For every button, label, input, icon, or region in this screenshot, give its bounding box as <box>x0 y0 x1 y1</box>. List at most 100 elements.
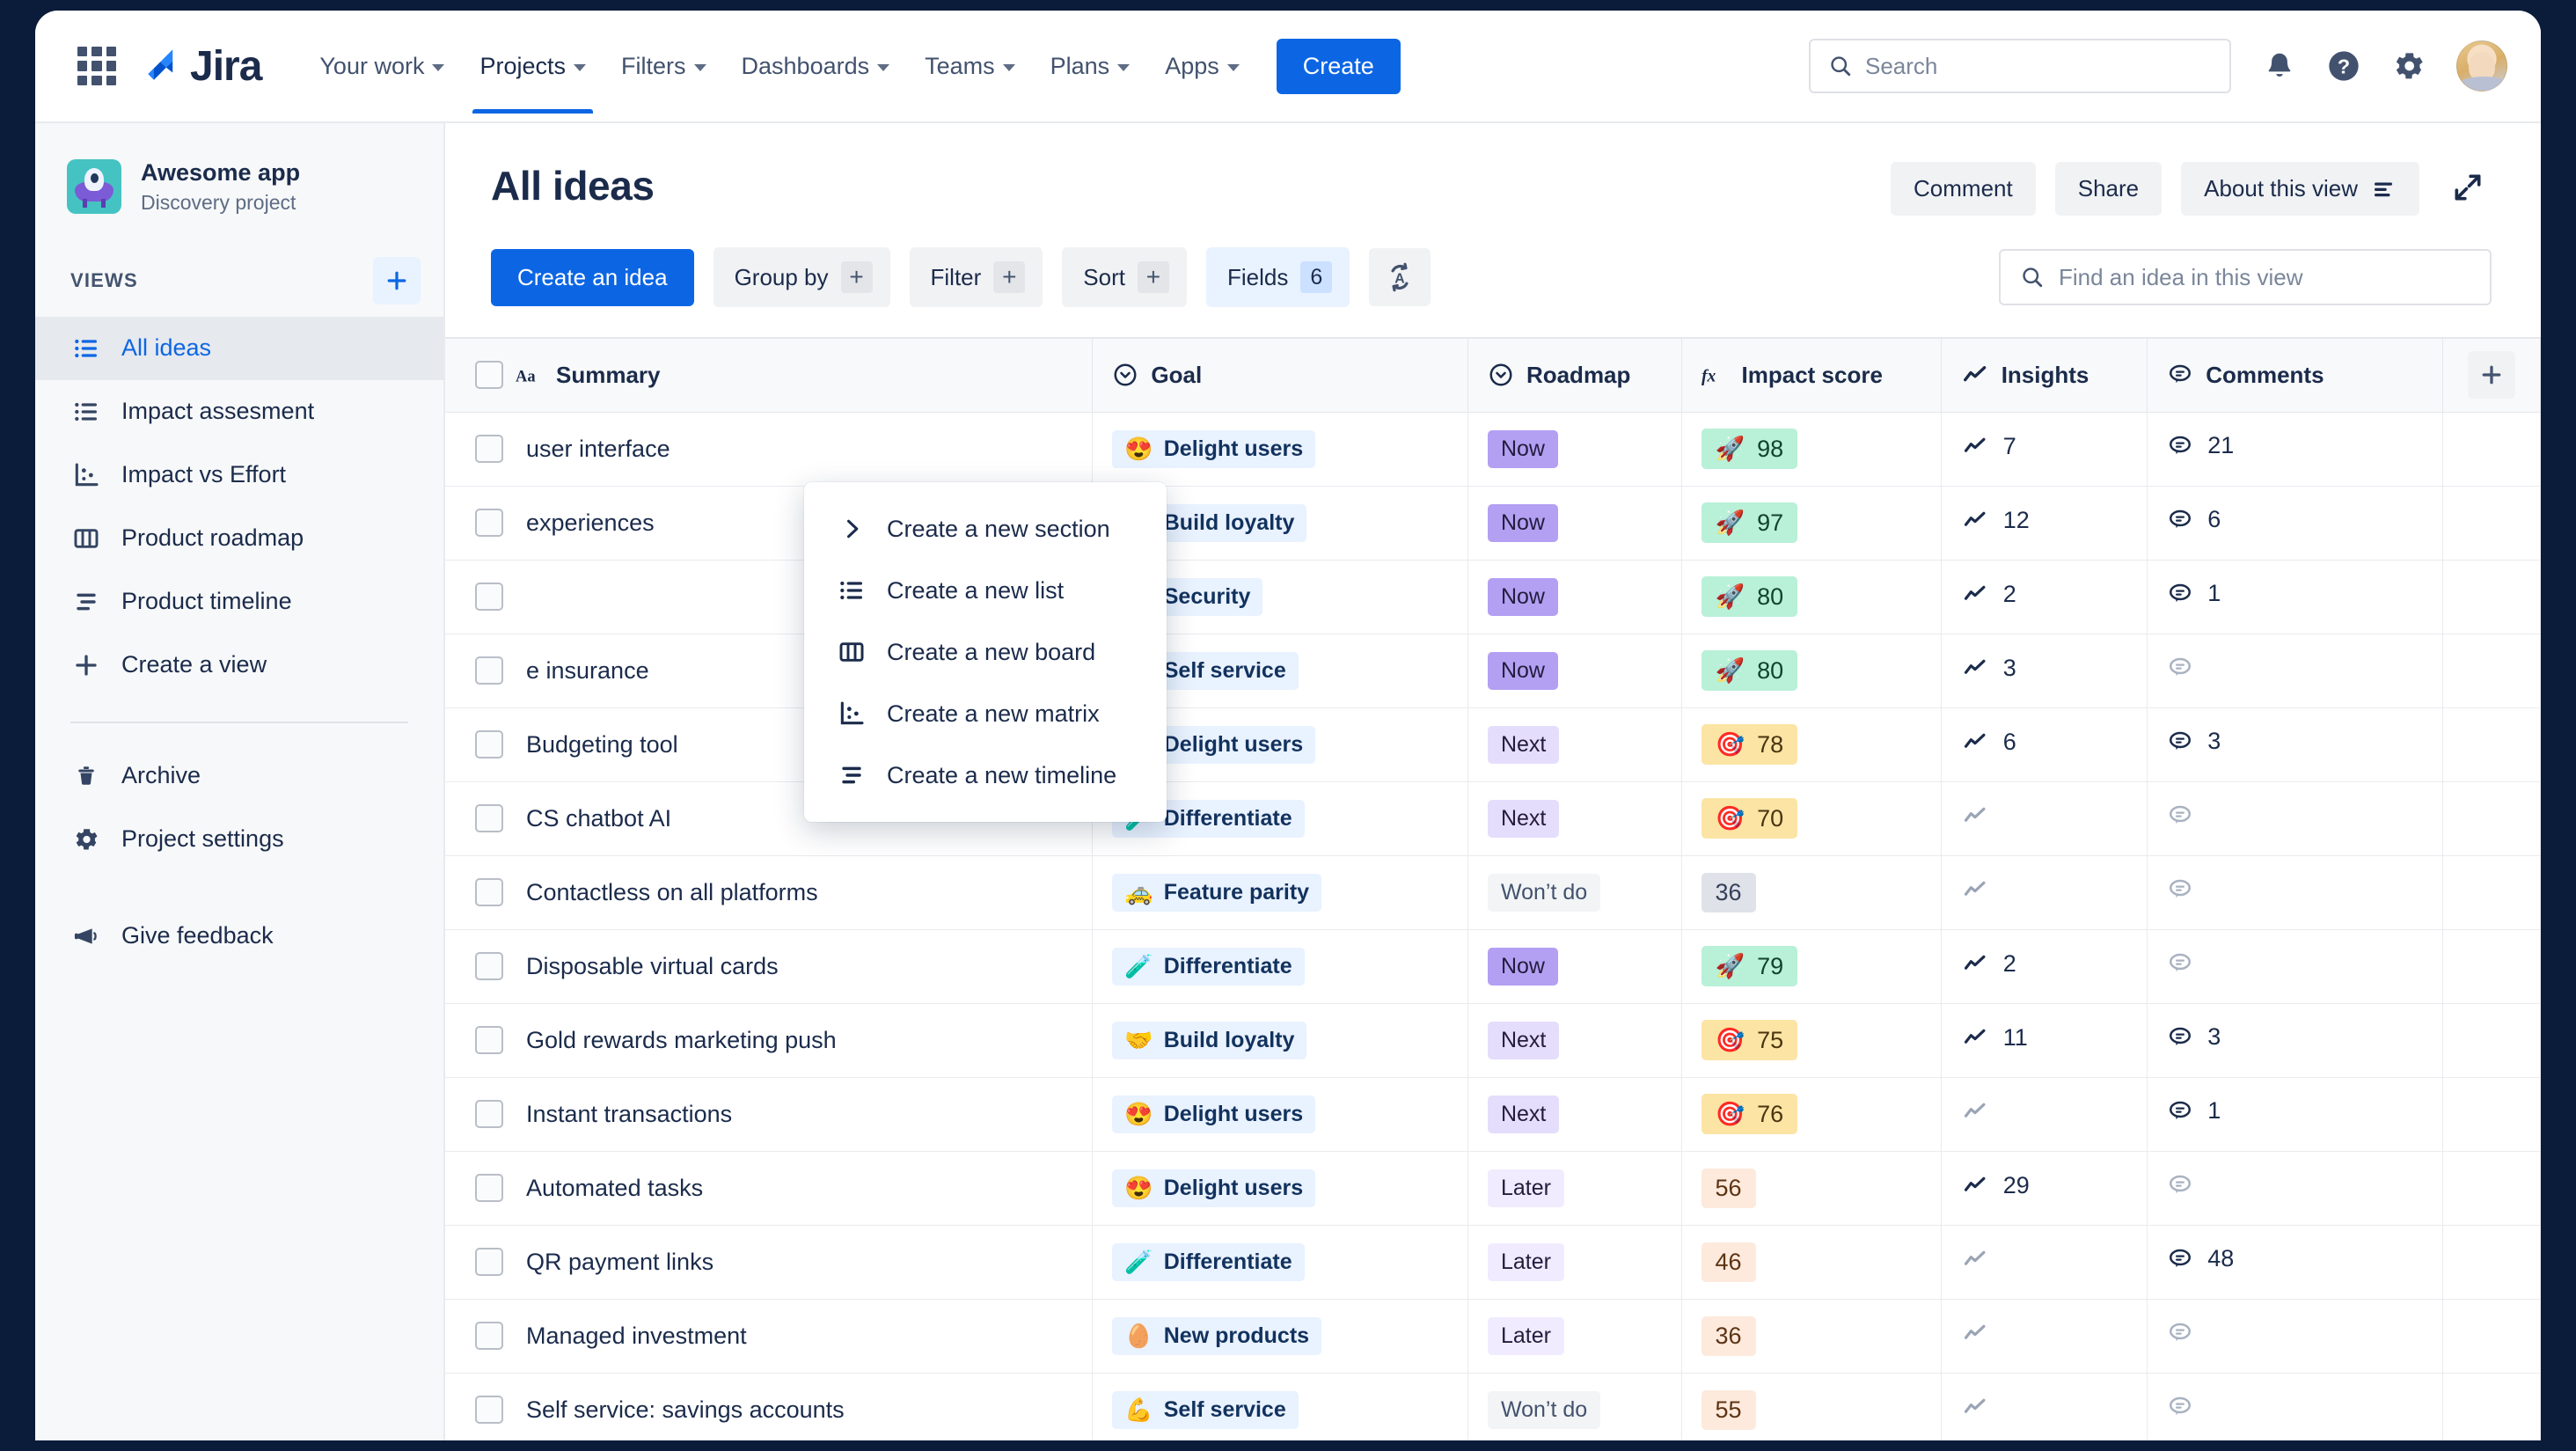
menu-item-create-a-new-timeline[interactable]: Create a new timeline <box>804 744 1167 806</box>
cell-insights[interactable]: 6 <box>1940 707 2148 782</box>
cell-summary[interactable]: Automated tasks <box>445 1150 1094 1226</box>
cell-comments[interactable] <box>2147 780 2443 856</box>
cell-insights[interactable] <box>1940 780 2148 856</box>
cell-impact-score[interactable]: 🚀 80 <box>1680 633 1942 708</box>
jira-logo[interactable]: Jira <box>139 42 262 91</box>
cell-goal[interactable]: 😍 Delight users <box>1092 1150 1468 1226</box>
cell-roadmap[interactable]: Next <box>1467 1002 1682 1078</box>
table-row[interactable]: CS chatbot AI 🧪 Differentiate Next 🎯 70 <box>445 780 2541 856</box>
sidebar-item-product-timeline[interactable]: Product timeline <box>35 570 443 634</box>
cell-roadmap[interactable]: Later <box>1467 1150 1682 1226</box>
cell-insights[interactable]: 12 <box>1940 485 2148 561</box>
sidebar-item-archive[interactable]: Archive <box>35 744 443 808</box>
column-header-roadmap[interactable]: Roadmap <box>1467 337 1682 413</box>
column-header-insights[interactable]: Insights <box>1940 337 2148 413</box>
cell-goal[interactable]: 😍 Delight users <box>1092 411 1468 487</box>
cell-impact-score[interactable]: 🎯 75 <box>1680 1002 1942 1078</box>
cell-summary[interactable]: Disposable virtual cards <box>445 928 1094 1004</box>
cell-roadmap[interactable]: Now <box>1467 485 1682 561</box>
comment-button[interactable]: Comment <box>1891 162 2036 216</box>
cell-insights[interactable]: 29 <box>1940 1150 2148 1226</box>
row-checkbox[interactable] <box>475 730 503 758</box>
cell-impact-score[interactable]: 🎯 76 <box>1680 1076 1942 1152</box>
create-an-idea-button[interactable]: Create an idea <box>491 248 694 306</box>
column-header-impact-score[interactable]: fx Impact score <box>1680 337 1942 413</box>
cell-comments[interactable] <box>2147 1298 2443 1374</box>
row-checkbox[interactable] <box>475 1396 503 1424</box>
cell-impact-score[interactable]: 🚀 80 <box>1680 559 1942 634</box>
cell-summary[interactable]: Self service: savings accounts <box>445 1372 1094 1440</box>
cell-summary[interactable]: Contactless on all platforms <box>445 854 1094 930</box>
cell-impact-score[interactable]: 🎯 78 <box>1680 707 1942 782</box>
cell-comments[interactable]: 3 <box>2147 707 2443 782</box>
row-checkbox[interactable] <box>475 1322 503 1350</box>
cell-comments[interactable] <box>2147 633 2443 708</box>
help-question-icon[interactable]: ? <box>2326 48 2361 84</box>
cell-comments[interactable] <box>2147 928 2443 1004</box>
sort-button[interactable]: Sort + <box>1062 247 1187 307</box>
cell-comments[interactable]: 6 <box>2147 485 2443 561</box>
table-row[interactable]: Contactless on all platforms 🚕 Feature p… <box>445 854 2541 930</box>
add-view-button[interactable] <box>373 256 421 304</box>
table-row[interactable]: QR payment links 🧪 Differentiate Later 4… <box>445 1224 2541 1300</box>
cell-roadmap[interactable]: Now <box>1467 633 1682 708</box>
table-row[interactable]: Automated tasks 😍 Delight users Later 56… <box>445 1150 2541 1226</box>
column-header-add[interactable] <box>2441 337 2541 413</box>
table-row[interactable]: Instant transactions 😍 Delight users Nex… <box>445 1076 2541 1152</box>
settings-gear-icon[interactable] <box>2391 48 2426 84</box>
cell-insights[interactable]: 2 <box>1940 559 2148 634</box>
cell-roadmap[interactable]: Now <box>1467 928 1682 1004</box>
row-checkbox[interactable] <box>475 1174 503 1202</box>
cell-goal[interactable]: 🤝 Build loyalty <box>1092 1002 1468 1078</box>
expand-arrows-icon[interactable] <box>2444 164 2492 214</box>
table-row[interactable]: Disposable virtual cards 🧪 Differentiate… <box>445 928 2541 1004</box>
cell-impact-score[interactable]: 55 <box>1680 1372 1942 1440</box>
cell-insights[interactable] <box>1940 1298 2148 1374</box>
menu-item-create-a-new-section[interactable]: Create a new section <box>804 498 1167 560</box>
nav-link-your-work[interactable]: Your work <box>302 19 462 114</box>
cell-insights[interactable]: 3 <box>1940 633 2148 708</box>
cell-roadmap[interactable]: Now <box>1467 559 1682 634</box>
cell-impact-score[interactable]: 56 <box>1680 1150 1942 1226</box>
cell-impact-score[interactable]: 36 <box>1680 854 1942 930</box>
cell-roadmap[interactable]: Next <box>1467 707 1682 782</box>
nav-link-plans[interactable]: Plans <box>1033 19 1148 114</box>
table-row[interactable]: Budgeting tool 😍 Delight users Next 🎯 78… <box>445 707 2541 782</box>
auto-sort-button[interactable]: A <box>1369 248 1431 306</box>
cell-roadmap[interactable]: Now <box>1467 411 1682 487</box>
row-checkbox[interactable] <box>475 583 503 611</box>
row-checkbox[interactable] <box>475 1026 503 1054</box>
table-row[interactable]: experiences 🤝 Build loyalty Now 🚀 97 12 <box>445 485 2541 561</box>
table-row[interactable]: Self service: savings accounts 💪 Self se… <box>445 1372 2541 1440</box>
row-checkbox[interactable] <box>475 435 503 463</box>
column-header-comments[interactable]: Comments <box>2147 337 2443 413</box>
sidebar-item-give-feedback[interactable]: Give feedback <box>35 905 443 968</box>
cell-comments[interactable] <box>2147 854 2443 930</box>
cell-comments[interactable]: 1 <box>2147 1076 2443 1152</box>
cell-roadmap[interactable]: Later <box>1467 1298 1682 1374</box>
cell-impact-score[interactable]: 36 <box>1680 1298 1942 1374</box>
cell-comments[interactable]: 21 <box>2147 411 2443 487</box>
cell-comments[interactable] <box>2147 1372 2443 1440</box>
cell-goal[interactable]: 🥚 New products <box>1092 1298 1468 1374</box>
cell-summary[interactable]: QR payment links <box>445 1224 1094 1300</box>
row-checkbox[interactable] <box>475 1100 503 1128</box>
cell-impact-score[interactable]: 🚀 98 <box>1680 411 1942 487</box>
share-button[interactable]: Share <box>2054 162 2163 216</box>
table-row[interactable]: 🔐 Security Now 🚀 80 2 1 <box>445 559 2541 634</box>
cell-summary[interactable]: Managed investment <box>445 1298 1094 1374</box>
cell-comments[interactable] <box>2147 1150 2443 1226</box>
filter-button[interactable]: Filter + <box>909 247 1043 307</box>
menu-item-create-a-new-list[interactable]: Create a new list <box>804 560 1167 621</box>
column-header-goal[interactable]: Goal <box>1092 337 1468 413</box>
find-idea-input[interactable]: Find an idea in this view <box>1999 249 2492 305</box>
table-row[interactable]: user interface 😍 Delight users Now 🚀 98 … <box>445 411 2541 487</box>
menu-item-create-a-new-board[interactable]: Create a new board <box>804 621 1167 683</box>
nav-link-projects[interactable]: Projects <box>462 19 604 114</box>
nav-link-apps[interactable]: Apps <box>1147 19 1257 114</box>
cell-insights[interactable]: 7 <box>1940 411 2148 487</box>
cell-goal[interactable]: 🧪 Differentiate <box>1092 1224 1468 1300</box>
sidebar-item-create-a-view[interactable]: Create a view <box>35 634 443 697</box>
cell-summary[interactable]: user interface <box>445 411 1094 487</box>
about-this-view-button[interactable]: About this view <box>2181 162 2419 216</box>
